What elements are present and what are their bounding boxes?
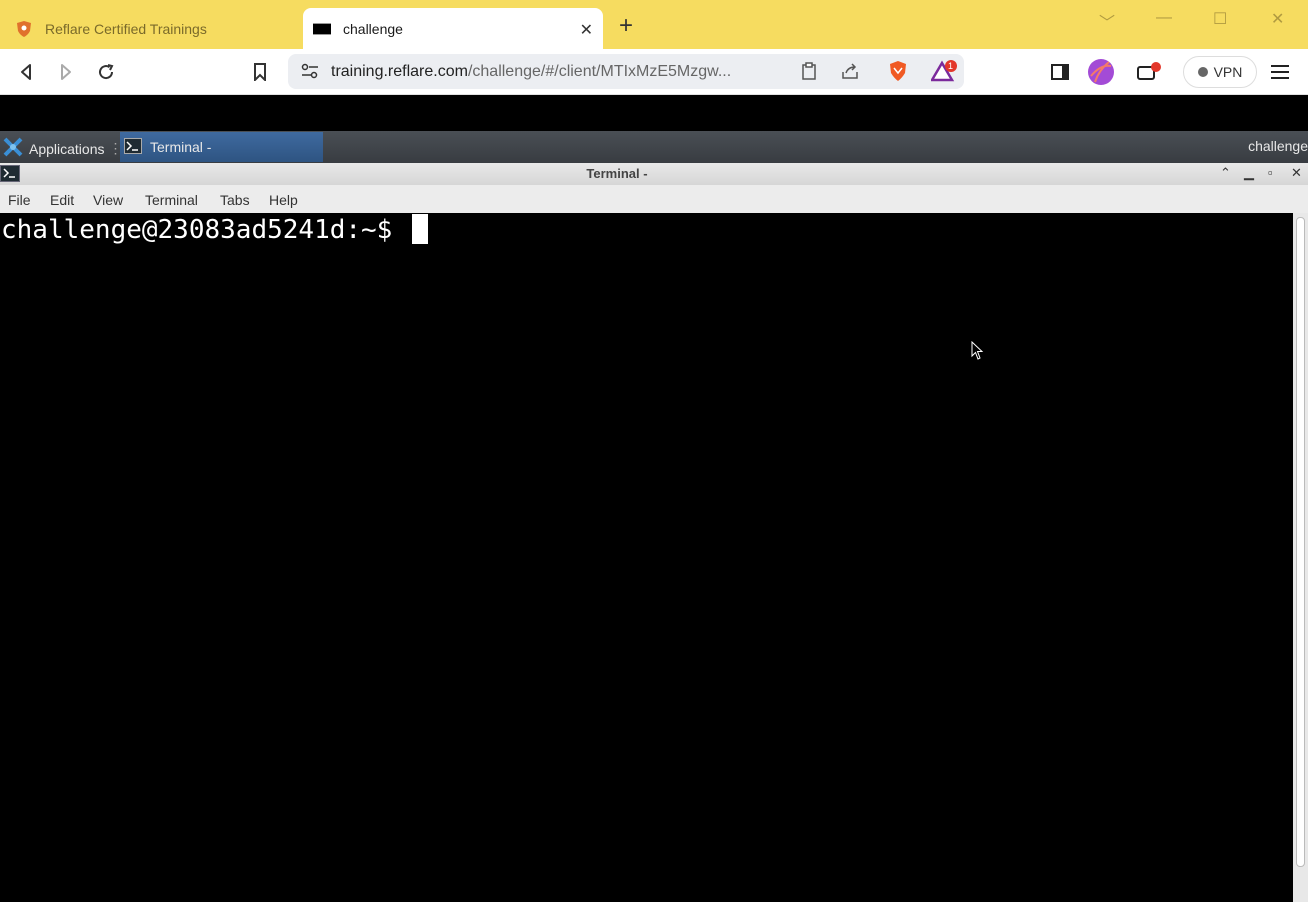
browser-window: Reflare Certified Trainings challenge ✕ …: [0, 0, 1308, 902]
browser-toolbar: training.reflare.com/challenge/#/client/…: [0, 49, 1308, 95]
terminal-area[interactable]: challenge@23083ad5241d:~$: [0, 213, 1293, 902]
scrollbar-thumb[interactable]: [1296, 217, 1305, 867]
terminal-prompt-line: challenge@23083ad5241d:~$: [1, 214, 428, 245]
close-icon[interactable]: ✕: [580, 20, 593, 40]
tab-challenge[interactable]: challenge ✕: [303, 8, 603, 49]
menu-view[interactable]: View: [93, 192, 123, 208]
terminal-menubar: File Edit View Terminal Tabs Help: [0, 185, 1308, 213]
url-host: training.reflare.com: [331, 63, 468, 80]
applications-label: Applications: [29, 140, 105, 157]
bookmark-icon[interactable]: [247, 59, 273, 85]
window-close-icon[interactable]: ✕: [1271, 9, 1284, 29]
menu-help[interactable]: Help: [269, 192, 298, 208]
tab-label: Reflare Certified Trainings: [45, 20, 207, 37]
remote-top-band: [0, 96, 1308, 131]
terminal-icon: [124, 137, 142, 157]
sidebar-icon[interactable]: [1047, 59, 1073, 85]
menu-tabs[interactable]: Tabs: [220, 192, 250, 208]
site-settings-icon[interactable]: [301, 63, 319, 84]
panel-user-label: challenge: [1248, 138, 1308, 154]
terminal-favicon-icon: [313, 20, 331, 38]
brave-rewards-icon[interactable]: [929, 60, 957, 87]
maximize-icon[interactable]: ☐: [1213, 9, 1227, 29]
tab-strip: Reflare Certified Trainings challenge ✕ …: [0, 0, 1308, 49]
applications-menu[interactable]: Applications ⋮: [3, 137, 123, 160]
vpn-button[interactable]: VPN: [1183, 56, 1257, 88]
terminal-titlebar[interactable]: Terminal - ⌃ ▁ ▫ ✕: [0, 163, 1308, 185]
close-window-icon[interactable]: ✕: [1291, 165, 1302, 181]
menu-file[interactable]: File: [8, 192, 31, 208]
url-text[interactable]: training.reflare.com/challenge/#/client/…: [331, 63, 781, 81]
forward-icon[interactable]: [53, 59, 79, 85]
brave-shields-icon[interactable]: [888, 60, 908, 87]
tab-reflare[interactable]: Reflare Certified Trainings: [0, 8, 302, 49]
reload-icon[interactable]: [93, 59, 119, 85]
tab-label: challenge: [343, 20, 403, 37]
tab-search-chevron-icon[interactable]: ﹀: [1099, 9, 1115, 33]
shade-icon[interactable]: ⌃: [1220, 165, 1231, 181]
taskbar-terminal-button[interactable]: Terminal -: [120, 132, 323, 162]
desktop-panel: Applications ⋮ Terminal - challenge: [0, 131, 1308, 163]
vpn-label: VPN: [1213, 64, 1243, 80]
address-bar[interactable]: training.reflare.com/challenge/#/client/…: [288, 54, 964, 89]
menu-edit[interactable]: Edit: [50, 192, 74, 208]
mouse-pointer-icon: [971, 340, 985, 366]
minimize-icon[interactable]: —: [1156, 9, 1172, 27]
terminal-scrollbar[interactable]: [1293, 213, 1308, 902]
prompt-text: challenge@23083ad5241d:~$: [1, 215, 408, 245]
new-tab-icon[interactable]: +: [619, 14, 633, 38]
menu-icon[interactable]: [1267, 59, 1293, 85]
back-icon[interactable]: [13, 59, 39, 85]
clipboard-icon[interactable]: [801, 62, 817, 85]
share-icon[interactable]: [841, 62, 859, 85]
vpn-status-icon: [1197, 67, 1208, 77]
xfce-logo-icon: [3, 137, 23, 160]
text-cursor: [412, 214, 428, 244]
minimize-window-icon[interactable]: ▁: [1244, 165, 1254, 181]
shield-favicon-icon: [15, 20, 33, 38]
menu-terminal[interactable]: Terminal: [145, 192, 198, 208]
alerts-badge: 1: [948, 61, 954, 71]
maximize-window-icon[interactable]: ▫: [1268, 165, 1273, 180]
wallet-icon[interactable]: [1136, 59, 1162, 85]
url-path: /challenge/#/client/MTIxMzE5Mzgw...: [467, 63, 732, 80]
profile-avatar[interactable]: [1087, 58, 1115, 86]
window-title: Terminal -: [586, 166, 648, 181]
task-label: Terminal -: [150, 139, 212, 155]
